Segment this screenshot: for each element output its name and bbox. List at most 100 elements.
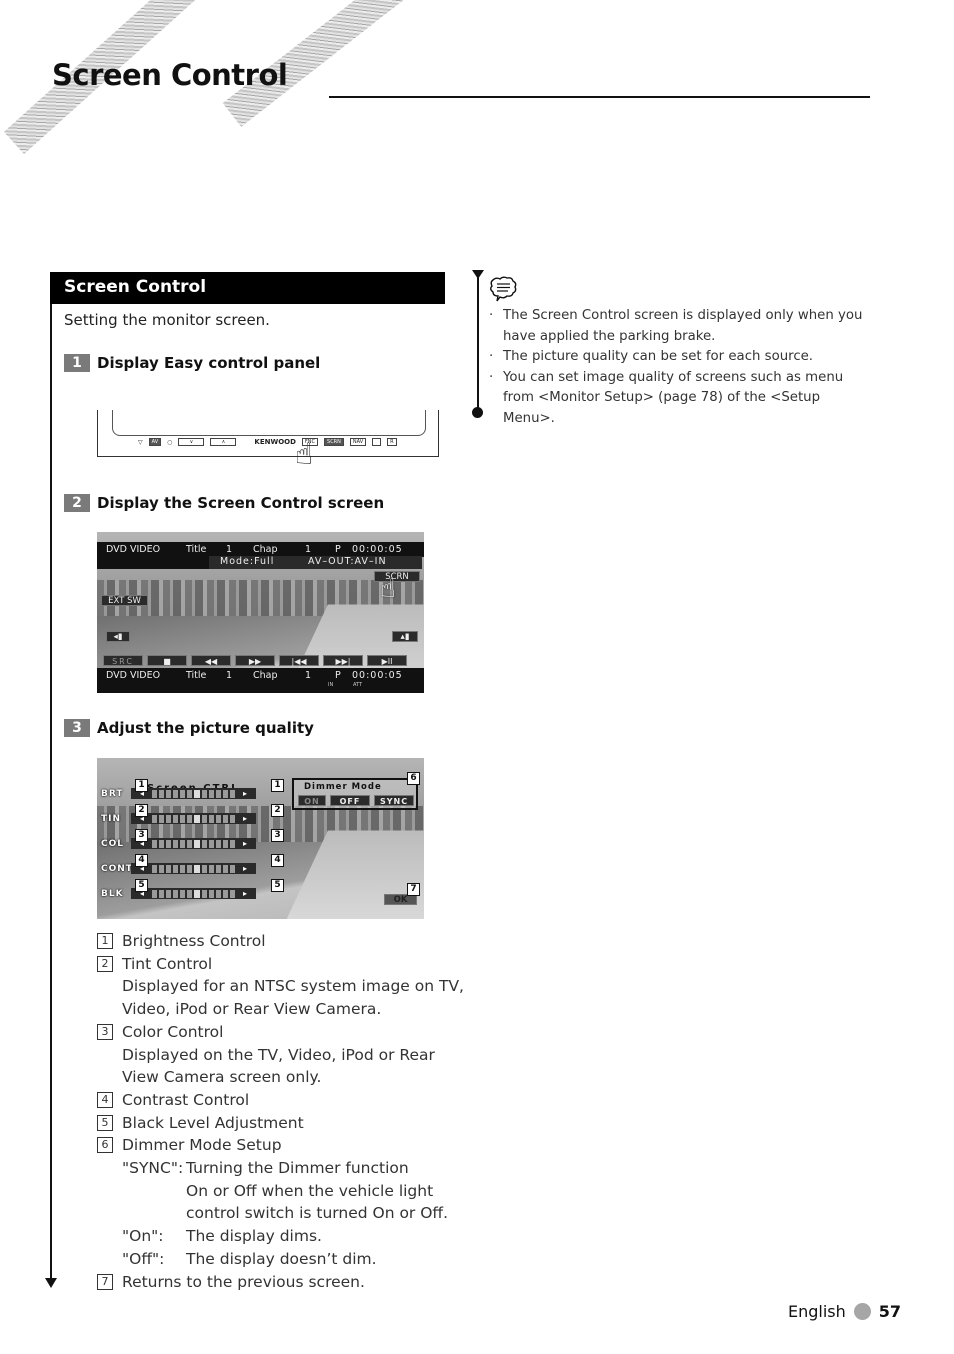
- slider-segment: [216, 789, 221, 798]
- dimmer-on-button[interactable]: ON: [298, 795, 326, 806]
- slider-track[interactable]: ◂ ▸: [131, 813, 256, 824]
- slider-handle[interactable]: [194, 789, 200, 798]
- play-pause-button[interactable]: ▶II: [367, 655, 407, 666]
- definition-key: "SYNC":: [122, 1159, 184, 1178]
- slider-segment: [166, 889, 171, 898]
- legend-item: 2 Tint Control: [97, 953, 464, 976]
- slider-segment: [180, 889, 185, 898]
- title-number: 1: [226, 670, 233, 681]
- slider-segment: [180, 839, 185, 848]
- dimmer-title: Dimmer Mode: [304, 782, 382, 792]
- slider-track[interactable]: ◂ ▸: [131, 863, 256, 874]
- title-label: Title: [186, 544, 207, 555]
- panel-button-row: ▽ AV ○ ∨ ∧ KENWOOD FNC SCRN NAV R: [138, 438, 397, 446]
- callout-3: 3: [271, 829, 284, 842]
- dimmer-off-button[interactable]: OFF: [330, 795, 370, 806]
- mode-bar-spacer: [97, 556, 209, 569]
- increase-button[interactable]: ▸: [237, 814, 253, 823]
- playback-screen-illustration: DVD VIDEO Title 1 Chap 1 P 00:00:05 Mode…: [97, 532, 424, 693]
- slider-segment: [187, 889, 192, 898]
- slider-handle[interactable]: [194, 839, 200, 848]
- legend-title: Brightness Control: [122, 932, 266, 950]
- slider-label: COL: [101, 838, 124, 849]
- callout-1: 1: [135, 779, 148, 792]
- slider-segment: [209, 789, 214, 798]
- slider-handle[interactable]: [194, 814, 200, 823]
- callout-3: 3: [135, 829, 148, 842]
- slider-segment: [173, 814, 178, 823]
- increase-button[interactable]: ▸: [237, 864, 253, 873]
- slider-segment: [152, 789, 157, 798]
- legend-description: Video, iPod or Rear View Camera.: [122, 1000, 382, 1019]
- note-text: You can set image quality of screens suc…: [503, 369, 844, 426]
- definition-row: control switch is turned On or Off.: [97, 1202, 464, 1225]
- slider-segment: [216, 889, 221, 898]
- fast-forward-button[interactable]: ▶▶: [235, 655, 275, 666]
- step-number: 3: [64, 719, 90, 737]
- note-rule: [477, 272, 479, 412]
- down-button[interactable]: ∨: [178, 438, 205, 446]
- in-indicator: IN: [328, 682, 334, 688]
- blank-button[interactable]: [372, 438, 382, 446]
- definition-row: "SYNC": Turning the Dimmer function: [97, 1157, 464, 1180]
- slider-segment: [216, 814, 221, 823]
- increase-button[interactable]: ▸: [237, 889, 253, 898]
- slider-segment: [216, 864, 221, 873]
- nav-button[interactable]: NAV: [349, 438, 367, 446]
- title-label: Title: [186, 670, 207, 681]
- up-button[interactable]: ∧: [210, 438, 237, 446]
- play-time-label: P: [335, 544, 341, 555]
- slider-segment: [230, 839, 235, 848]
- chapter-number: 1: [305, 670, 312, 681]
- ext-sw-button[interactable]: EXT SW: [101, 595, 148, 606]
- slider-segment: [202, 814, 207, 823]
- src-button[interactable]: SRC: [103, 655, 143, 666]
- slider-segment: [202, 864, 207, 873]
- av-button[interactable]: AV: [148, 438, 162, 446]
- mode-label: Mode:Full: [220, 556, 275, 567]
- increase-button[interactable]: ▸: [237, 789, 253, 798]
- stop-button[interactable]: ■: [147, 655, 187, 666]
- reset-button[interactable]: R: [387, 438, 397, 446]
- slider-segment: [216, 839, 221, 848]
- source-label: DVD VIDEO: [106, 670, 161, 681]
- slider-segment: [166, 839, 171, 848]
- language-label: English: [788, 1302, 846, 1321]
- slider-segment: [173, 864, 178, 873]
- screen-control-illustration: Screen CTRL BRT◂▸11TIN◂▸22COL◂▸33CONT◂▸4…: [97, 758, 424, 919]
- av-out-label: AV–OUT:AV–IN: [308, 556, 387, 567]
- dimmer-mode-panel: Dimmer Mode ON OFF SYNC: [292, 778, 418, 810]
- title-number: 1: [226, 544, 233, 555]
- legend-title: Tint Control: [122, 954, 213, 973]
- chapter-label: Chap: [253, 544, 278, 555]
- slider-track[interactable]: ◂ ▸: [131, 838, 256, 849]
- pointing-hand-icon: ☝: [295, 437, 314, 472]
- definition-value: On or Off when the vehicle light: [186, 1181, 434, 1200]
- callout-number-box: 5: [97, 1114, 113, 1131]
- page-number: 57: [878, 1302, 902, 1321]
- slider-segment: [159, 789, 164, 798]
- slider-segment: [209, 814, 214, 823]
- slider-row-col: COL ◂ ▸: [101, 838, 256, 849]
- slider-segment: [202, 889, 207, 898]
- mode-bar: Mode:Full AV–OUT:AV–IN: [209, 556, 422, 569]
- continue-arrow-icon: [45, 1278, 57, 1288]
- slider-row-blk: BLK ◂ ▸: [101, 888, 256, 899]
- rewind-button[interactable]: ◀◀: [191, 655, 231, 666]
- next-chapter-button[interactable]: ▶▶|: [323, 655, 363, 666]
- slider-handle[interactable]: [194, 864, 200, 873]
- next-folder-button[interactable]: ▴▮: [392, 631, 418, 642]
- slider-handle[interactable]: [194, 889, 200, 898]
- prev-folder-button[interactable]: ◂▮: [106, 631, 130, 642]
- definition-row: On or Off when the vehicle light: [97, 1180, 464, 1203]
- increase-button[interactable]: ▸: [237, 839, 253, 848]
- slider-track[interactable]: ◂ ▸: [131, 788, 256, 799]
- previous-chapter-button[interactable]: |◀◀: [279, 655, 319, 666]
- scrn-button[interactable]: SCRN: [324, 438, 344, 446]
- note-end-dot-icon: [472, 407, 483, 418]
- slider-track[interactable]: ◂ ▸: [131, 888, 256, 899]
- step-label: Adjust the picture quality: [97, 719, 314, 737]
- eject-icon[interactable]: ▽: [138, 439, 143, 446]
- dimmer-sync-button[interactable]: SYNC: [374, 795, 414, 806]
- callout-4: 4: [135, 854, 148, 867]
